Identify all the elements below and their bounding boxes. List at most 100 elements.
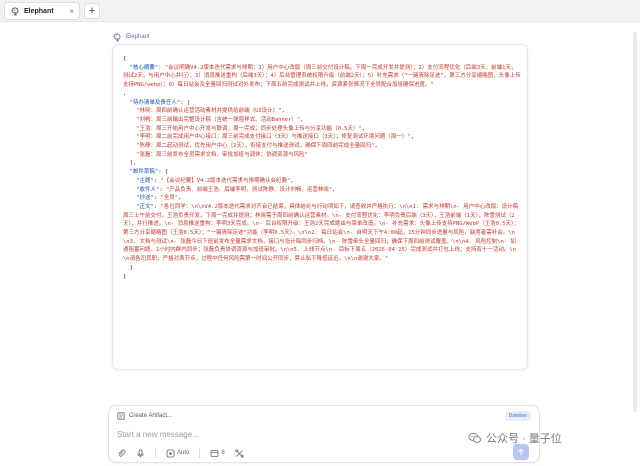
json-punctuation: ,: [332, 186, 336, 193]
code-line: "抄送": "全员",: [123, 194, 521, 203]
code-line: "核心摘要": "会议明确V4.2版本迭代需求与排期：1）用户中心改版（周三前交…: [123, 64, 521, 90]
json-punctuation: ,: [361, 125, 366, 132]
json-output-block: { "核心摘要": "会议明确V4.2版本迭代需求与排期：1）用户中心改版（周三…: [112, 44, 528, 370]
elephant-logo-icon: [10, 6, 20, 16]
watermark: 公众号 · 量子位: [468, 430, 562, 446]
json-punctuation: [123, 169, 130, 175]
watermark-text: 公众号 · 量子位: [486, 433, 562, 445]
json-string: "产品负责、前端王浩、后端李明、测试陈静、设计刘畅、运营林晓": [166, 186, 333, 193]
tab-elephant[interactable]: Elephant ×: [4, 2, 80, 20]
artifact-icon: [117, 412, 125, 420]
code-line: }: [123, 273, 521, 282]
json-string: "林晓：周四前确认运营活动素材并提供给前端（UI设计）": [136, 108, 282, 115]
json-string: "陈静：周二起动测试，优先用户中心（2天），衔接支付与推送测试，确保下周四前完成…: [136, 143, 375, 150]
code-line: "收件人": "产品负责、前端王浩、后端李明、测试陈静、设计刘畅、运营林晓",: [123, 186, 521, 195]
plus-icon[interactable]: +: [84, 3, 100, 19]
json-punctuation: ,: [281, 108, 285, 115]
composer-toolbar: Auto 8: [117, 448, 254, 458]
json-string: "各位同学：\n\nV4.2版本迭代需求对齐会已结束，具体结论与行动项如下，请查…: [123, 203, 520, 263]
model-icon: [166, 449, 175, 458]
dateline-badge[interactable]: Dateline: [504, 411, 531, 421]
json-string: "刘畅：周三前输出完整设计稿（含统一弹窗样式、活动Banner）": [136, 116, 301, 123]
json-string: "【会议纪要】V4.2版本迭代需求与排期确认会纪要": [160, 177, 291, 184]
json-punctuation: [123, 143, 136, 149]
code-line: "主题": "【会议纪要】V4.2版本迭代需求与排期确认会纪要",: [123, 177, 521, 186]
json-punctuation: :: [159, 186, 166, 193]
json-punctuation: : [: [180, 99, 191, 106]
json-punctuation: [123, 187, 136, 193]
json-punctuation: :: [153, 195, 161, 202]
close-icon[interactable]: ×: [69, 7, 74, 16]
code-line: "张磊：周三前发布全员需求文档，审批加班与调休；协调资源与风险": [123, 151, 521, 160]
divider: [155, 448, 156, 458]
attach-icon[interactable]: [117, 449, 126, 458]
message-sender: Elephant: [112, 32, 150, 42]
json-key: "待办清单及责任人": [129, 99, 181, 106]
code-line: "刘畅：周三前输出完整设计稿（含统一弹窗样式、活动Banner）",: [123, 116, 521, 125]
mic-icon[interactable]: [136, 448, 145, 458]
json-key: "主题": [136, 177, 154, 184]
json-punctuation: [123, 117, 136, 123]
json-punctuation: }: [123, 264, 133, 271]
json-punctuation: [123, 108, 136, 114]
code-line: }: [123, 264, 521, 273]
json-punctuation: : {: [158, 169, 169, 176]
scrollbar[interactable]: [633, 32, 637, 412]
json-punctuation: :: [153, 203, 161, 210]
create-artifact-button[interactable]: Create Artifact...: [117, 412, 172, 420]
json-punctuation: ,: [300, 116, 304, 123]
json-string: "全员": [160, 195, 179, 202]
tools-count: 8: [221, 450, 225, 456]
json-punctuation: :: [153, 177, 161, 184]
json-punctuation: {: [123, 56, 127, 62]
json-key: "抄送": [136, 195, 154, 202]
sender-name: Elephant: [126, 34, 150, 40]
model-selector[interactable]: Auto: [166, 449, 189, 458]
settings-icon[interactable]: [235, 448, 244, 458]
json-key: "收件人": [136, 186, 160, 193]
tab-title: Elephant: [24, 7, 54, 15]
json-punctuation: [123, 152, 136, 158]
code-line: "待办清单及责任人": [: [123, 99, 521, 108]
json-punctuation: [123, 65, 130, 71]
json-punctuation: :: [158, 64, 165, 71]
code-line: "邮件草稿": {: [123, 168, 521, 177]
json-key: "邮件草稿": [129, 169, 159, 176]
json-punctuation: ],: [123, 160, 137, 167]
message-input[interactable]: [117, 428, 417, 440]
code-line: "林晓：周四前确认运营活动素材并提供给前端（UI设计）",: [123, 107, 521, 116]
tools-button[interactable]: 8: [210, 449, 225, 458]
json-string: "会议明确V4.2版本迭代需求与排期：1）用户中心改版（周三前交付设计稿，下周一…: [123, 64, 521, 89]
json-punctuation: [123, 126, 136, 132]
json-punctuation: }: [123, 273, 127, 280]
json-punctuation: ,: [178, 195, 182, 202]
json-punctuation: ,: [410, 134, 415, 141]
code-line: "李明：周二前完成用户中心接口；周三前完成支付接口（3天）与推送接口（3天）；修…: [123, 133, 521, 142]
elephant-logo-icon: [112, 32, 122, 42]
tab-bar: Elephant × +: [0, 0, 640, 22]
json-code: { "核心摘要": "会议明确V4.2版本迭代需求与排期：1）用户中心改版（周三…: [123, 55, 521, 281]
json-punctuation: [123, 204, 136, 210]
json-key: "核心摘要": [129, 64, 159, 71]
code-line: ,: [123, 90, 521, 99]
divider: [199, 448, 201, 458]
code-line: {: [123, 55, 521, 64]
json-string: "张磊：周三前发布全员需求文档，审批加班与调休；协调资源与风险": [136, 151, 308, 158]
code-line: "王浩：周三开始用户中心开发与联调，周一完成；同步处理头像上传与分享功能（0.5…: [123, 125, 521, 134]
wechat-icon: [468, 431, 482, 445]
send-button[interactable]: [513, 444, 529, 460]
model-label: Auto: [177, 450, 190, 456]
json-punctuation: ,: [290, 177, 294, 184]
json-string: "王浩：周三开始用户中心开发与联调，周一完成；同步处理头像上传与分享功能（0.5…: [136, 125, 362, 132]
json-punctuation: ,: [123, 90, 127, 97]
json-punctuation: [123, 178, 136, 184]
json-punctuation: [123, 195, 136, 201]
json-string: "李明：周二前完成用户中心接口；周三前完成支付接口（3天）与推送接口（3天）；修…: [136, 134, 411, 141]
json-punctuation: ,: [374, 143, 378, 150]
create-artifact-label: Create Artifact...: [129, 413, 173, 419]
code-line: "陈静：周二起动测试，优先用户中心（2天），衔接支付与推送测试，确保下周四前完成…: [123, 142, 521, 151]
json-key: "正文": [136, 203, 154, 210]
code-line: "正文": "各位同学：\n\nV4.2版本迭代需求对齐会已结束，具体结论与行动…: [123, 203, 521, 264]
tools-icon: [210, 449, 219, 458]
json-punctuation: [123, 134, 136, 140]
